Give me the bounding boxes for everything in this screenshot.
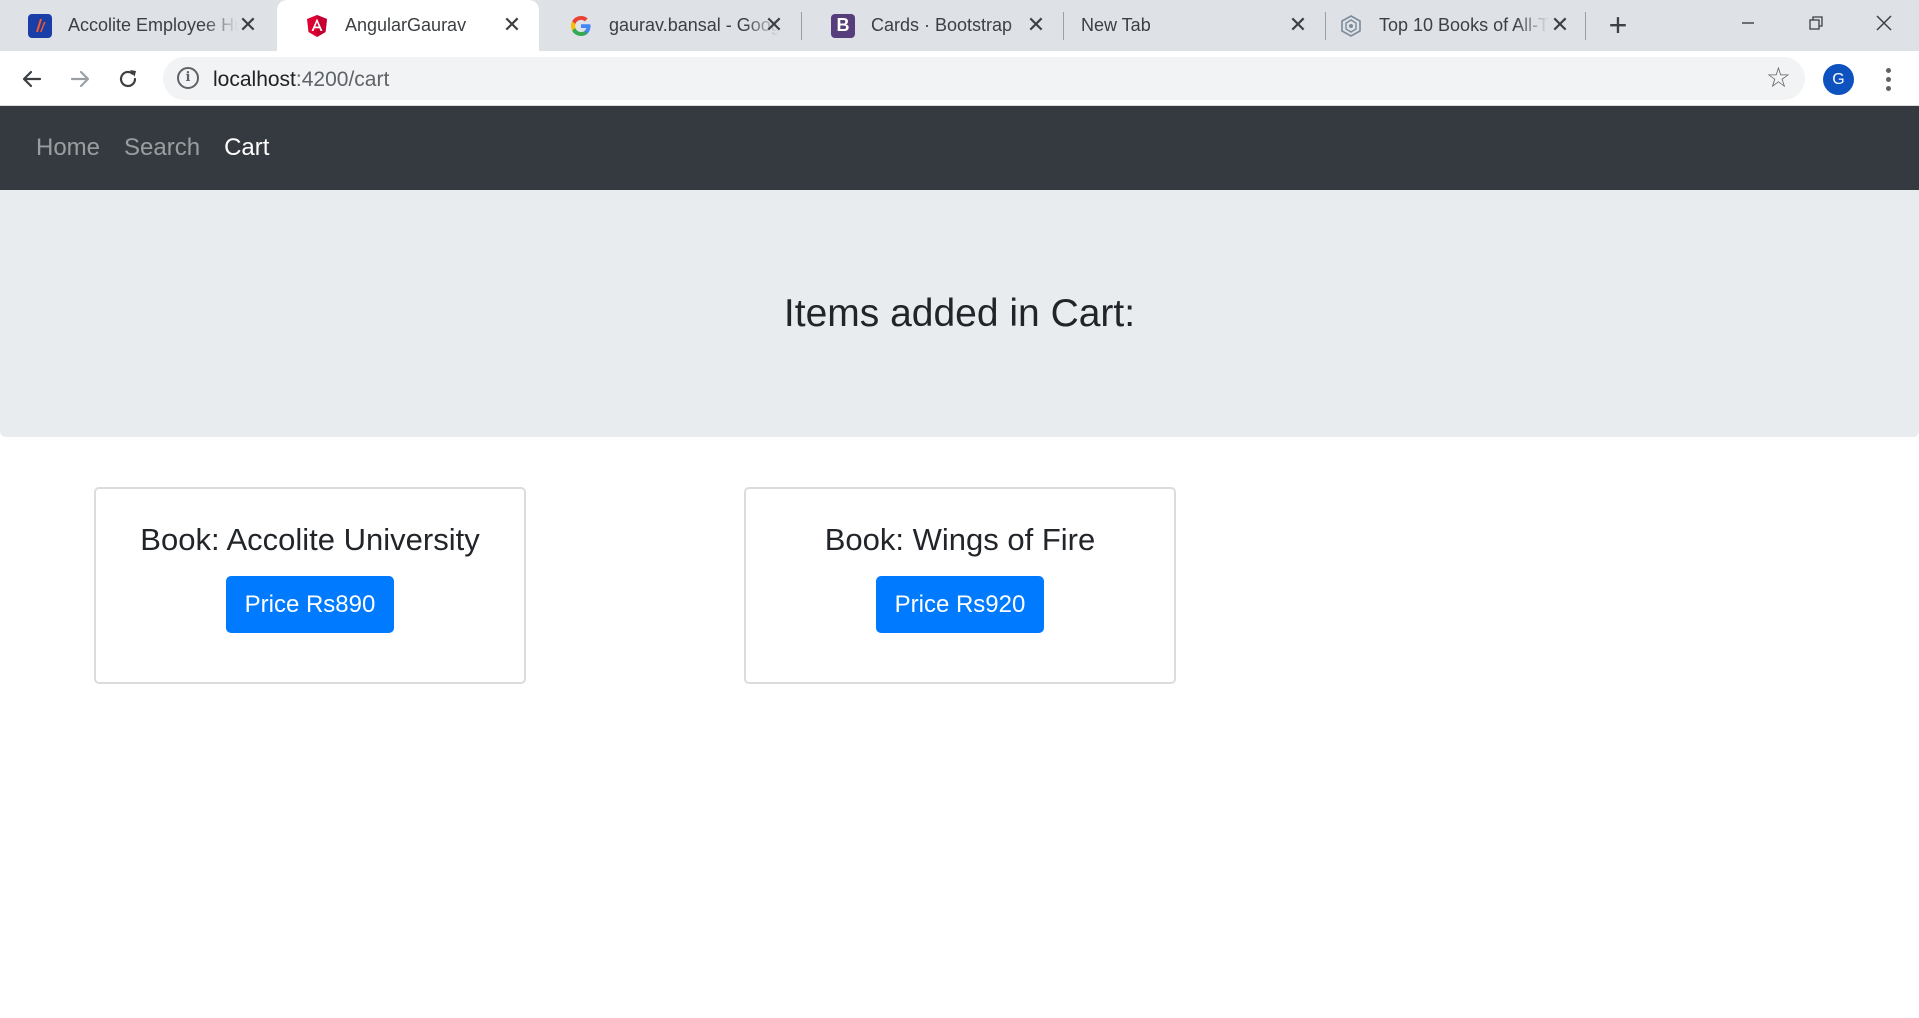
address-bar[interactable]: i localhost:4200/cart ☆ [163, 57, 1805, 100]
tab-cards-bootstrap[interactable]: B Cards · Bootstrap ✕ [803, 0, 1063, 51]
nav-link-search[interactable]: Search [124, 134, 200, 162]
book-title: Book: Accolite University [140, 522, 480, 557]
tab-title: gaurav.bansal - Google [609, 15, 779, 35]
reload-icon[interactable] [109, 60, 147, 98]
nav-link-cart[interactable]: Cart [224, 134, 269, 162]
cart-item-card: Book: Wings of Fire Price Rs920 [744, 487, 1176, 684]
new-tab-button[interactable]: + [1600, 9, 1636, 42]
url-path: :4200/cart [295, 68, 390, 91]
book-title: Book: Wings of Fire [824, 522, 1096, 557]
bootstrap-logo-icon: B [831, 13, 855, 38]
close-tab-icon[interactable]: ✕ [761, 12, 787, 38]
url-host: localhost [213, 68, 296, 91]
bookmark-star-icon[interactable]: ☆ [1766, 63, 1791, 93]
globe-site-icon [1339, 14, 1363, 38]
browser-toolbar: i localhost:4200/cart ☆ G [0, 51, 1919, 106]
restore-window-icon[interactable] [1782, 0, 1850, 45]
accolite-logo-icon [28, 13, 52, 38]
site-info-icon[interactable]: i [177, 67, 199, 89]
price-button[interactable]: Price Rs920 [875, 576, 1045, 633]
tab-new-tab[interactable]: New Tab ✕ [1065, 0, 1325, 51]
cart-heading: Items added in Cart: [783, 291, 1136, 335]
tab-separator [801, 12, 802, 40]
address-url[interactable]: localhost:4200/cart [213, 68, 389, 92]
angular-logo-icon [305, 14, 329, 38]
nav-link-home[interactable]: Home [36, 134, 100, 162]
forward-arrow-icon[interactable] [61, 60, 99, 98]
tab-top-10-books[interactable]: Top 10 Books of All-Time ✕ [1327, 0, 1587, 51]
tab-separator [1325, 12, 1326, 40]
site-navbar: Home Search Cart [0, 106, 1919, 190]
price-button[interactable]: Price Rs890 [225, 576, 395, 633]
tab-accolite-employee-hub[interactable]: Accolite Employee Hub ✕ [0, 0, 275, 51]
close-tab-icon[interactable]: ✕ [1285, 12, 1311, 38]
tab-separator [1063, 12, 1064, 40]
close-tab-icon[interactable]: ✕ [1547, 12, 1573, 38]
tab-title: New Tab [1081, 15, 1151, 35]
close-window-icon[interactable] [1850, 0, 1918, 45]
profile-avatar[interactable]: G [1823, 64, 1854, 95]
tab-google-account[interactable]: gaurav.bansal - Google ✕ [541, 0, 801, 51]
back-arrow-icon[interactable] [13, 60, 51, 98]
tab-title: Top 10 Books of All-Time [1379, 15, 1549, 35]
cart-item-card: Book: Accolite University Price Rs890 [94, 487, 526, 684]
close-tab-icon[interactable]: ✕ [235, 12, 261, 38]
tab-separator [1585, 12, 1586, 40]
browser-tab-strip: Accolite Employee Hub ✕ AngularGaurav ✕ … [0, 0, 1919, 51]
tab-title: Accolite Employee Hub [68, 15, 238, 35]
tab-title: Cards · Bootstrap [871, 15, 1013, 35]
close-tab-icon[interactable]: ✕ [1023, 12, 1049, 38]
browser-menu-icon[interactable] [1873, 62, 1903, 96]
tab-title: AngularGaurav [345, 15, 467, 35]
close-tab-icon[interactable]: ✕ [499, 12, 525, 38]
minimize-window-icon[interactable] [1714, 0, 1782, 45]
cart-jumbotron: Items added in Cart: [0, 190, 1919, 437]
tab-angulargaurav[interactable]: AngularGaurav ✕ [277, 0, 539, 51]
google-logo-icon [569, 14, 593, 38]
